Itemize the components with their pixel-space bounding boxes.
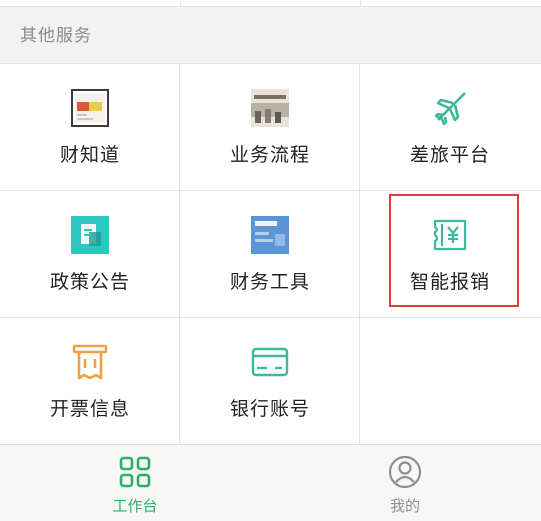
empty-cell <box>360 318 541 445</box>
service-finance-knowledge[interactable]: 财知道 <box>0 64 180 191</box>
tab-label: 工作台 <box>112 497 158 515</box>
tab-mine[interactable]: 我的 <box>270 445 540 521</box>
invoice-receipt-icon <box>72 344 108 380</box>
services-grid: 财知道 业务流程 差旅平台 政策公告 财务工具 智能报销 开票信息 银行账号 <box>0 63 541 445</box>
service-label: 开票信息 <box>49 398 130 420</box>
service-invoice-info[interactable]: 开票信息 <box>0 318 180 445</box>
service-business-process[interactable]: 业务流程 <box>180 64 360 191</box>
service-bank-account[interactable]: 银行账号 <box>180 318 360 445</box>
airplane-icon <box>434 92 466 126</box>
bottom-tab-bar: 工作台 我的 <box>0 444 541 521</box>
service-finance-tools[interactable]: 财务工具 <box>180 191 360 318</box>
service-policy-notice[interactable]: 政策公告 <box>0 191 180 318</box>
service-label: 财知道 <box>59 144 120 166</box>
service-label: 政策公告 <box>49 271 130 293</box>
section-header: 其他服务 <box>0 7 541 63</box>
service-label: 业务流程 <box>229 144 310 166</box>
yuan-receipt-icon <box>433 219 467 251</box>
service-label: 智能报销 <box>409 271 490 293</box>
tab-label: 我的 <box>389 497 420 515</box>
service-smart-reimbursement[interactable]: 智能报销 <box>360 191 541 318</box>
section-title: 其他服务 <box>20 26 92 46</box>
service-label: 差旅平台 <box>409 144 490 166</box>
service-label: 银行账号 <box>229 398 310 420</box>
workbench-grid-icon <box>119 456 151 488</box>
previous-row-edge <box>0 0 541 7</box>
business-process-icon <box>251 89 289 127</box>
finance-tools-icon <box>251 216 289 254</box>
profile-icon <box>388 455 422 489</box>
tab-workbench[interactable]: 工作台 <box>0 445 270 521</box>
finance-knowledge-icon <box>71 89 109 127</box>
bank-card-icon <box>251 347 289 377</box>
service-travel-platform[interactable]: 差旅平台 <box>360 64 541 191</box>
policy-notice-icon <box>71 216 109 254</box>
service-label: 财务工具 <box>229 271 310 293</box>
